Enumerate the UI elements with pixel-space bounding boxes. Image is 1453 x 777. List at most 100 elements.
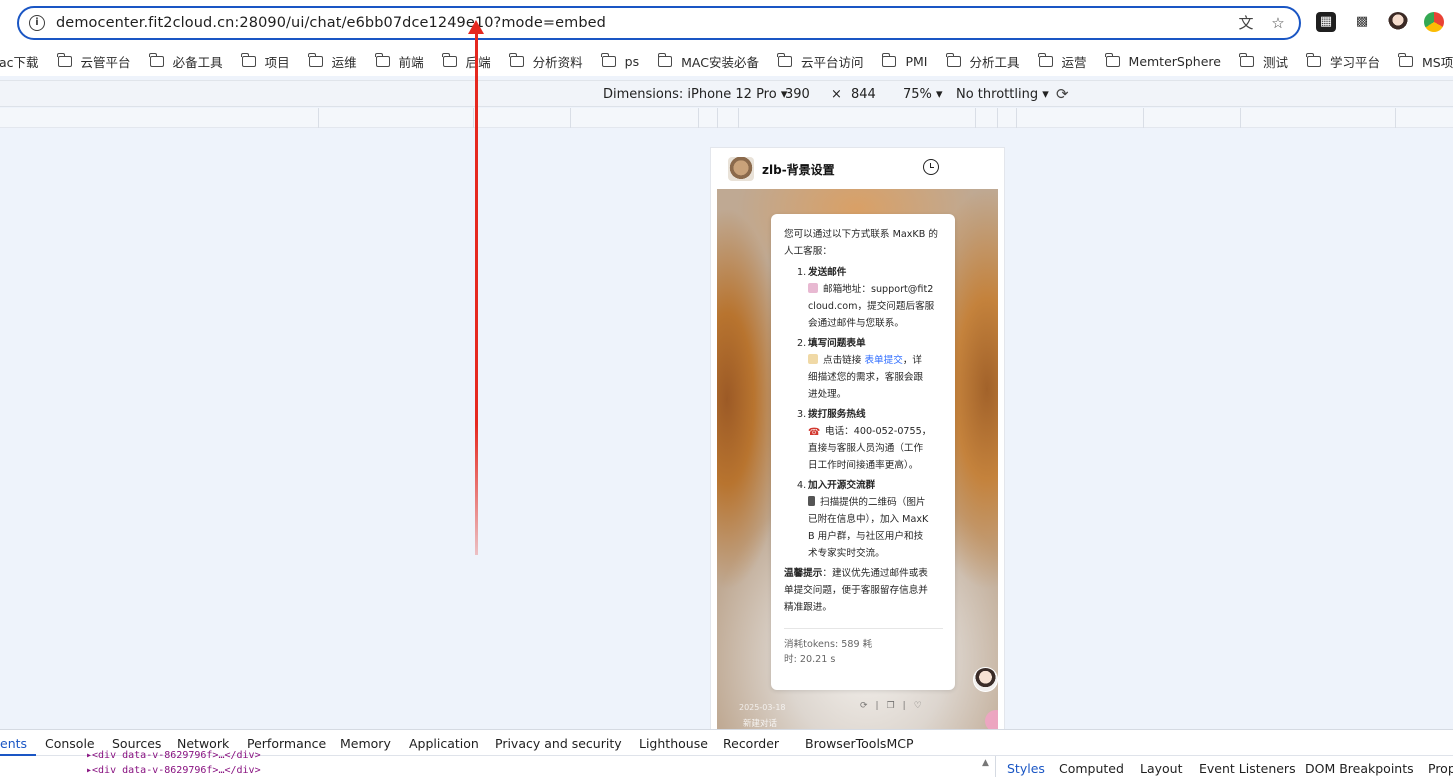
list-number: 2.	[797, 338, 807, 349]
address-bar[interactable]: i democenter.fit2cloud.cn:28090/ui/chat/…	[17, 6, 1301, 40]
star-icon[interactable]: ☆	[1269, 14, 1287, 32]
bookmark-label: 云平台访问	[800, 54, 864, 70]
profile-avatar-icon[interactable]	[1388, 12, 1408, 32]
tab-styles[interactable]: Styles	[1007, 761, 1045, 776]
tab-browsertoolsmcp[interactable]: BrowserToolsMCP	[805, 736, 914, 751]
dom-node[interactable]: ▸<div data-v-8629796f>…</div>	[86, 750, 261, 761]
tab-network[interactable]: Network	[177, 736, 229, 751]
bookmark-item[interactable]: 运维	[308, 52, 357, 71]
tab-recorder[interactable]: Recorder	[723, 736, 779, 751]
list-line: 扫描提供的二维码（图片	[820, 497, 926, 508]
dom-node[interactable]: ▸<div data-v-8629796f>…</div>	[86, 765, 261, 776]
rotate-icon[interactable]: ⟳	[1056, 85, 1069, 103]
styles-tabbar: Styles Computed Layout Event Listeners D…	[995, 756, 1453, 777]
ruler-tick	[1016, 108, 1017, 128]
folder-icon	[601, 52, 616, 67]
list-line: cloud.com，提交问题后客服	[808, 301, 935, 312]
ruler-tick	[570, 108, 571, 128]
tab-lighthouse[interactable]: Lighthouse	[639, 736, 708, 751]
translate-icon[interactable]: 文	[1237, 14, 1255, 32]
device-height-input[interactable]: 844	[851, 87, 876, 102]
extension-icon[interactable]: ▦	[1316, 12, 1336, 32]
list-line: 会通过邮件与您联系。	[808, 318, 904, 329]
list-line: 进处理。	[808, 389, 847, 400]
tab-properties[interactable]: Prop	[1428, 761, 1453, 776]
bookmark-label: 分析资料	[532, 54, 583, 70]
address-url[interactable]: democenter.fit2cloud.cn:28090/ui/chat/e6…	[56, 15, 606, 31]
ruler-tick	[698, 108, 699, 128]
tab-memory[interactable]: Memory	[340, 736, 391, 751]
regenerate-icon[interactable]: ⟳	[860, 701, 868, 711]
bookmark-label: MS项目	[1421, 54, 1453, 70]
bookmark-item[interactable]: 项目	[241, 52, 290, 71]
tab-dom-breakpoints[interactable]: DOM Breakpoints	[1305, 761, 1414, 776]
bookmark-item[interactable]: MAC安装必备	[657, 52, 759, 71]
folder-icon	[149, 52, 164, 67]
bookmark-item[interactable]: 云管平台	[57, 52, 131, 71]
bookmark-label: 运营	[1061, 54, 1087, 70]
mobile-icon	[808, 496, 815, 506]
site-info-icon[interactable]: i	[29, 15, 45, 31]
ruler-tick	[1143, 108, 1144, 128]
separator: |	[875, 701, 879, 711]
bookmark-item[interactable]: 前端	[375, 52, 424, 71]
bookmark-item[interactable]: 必备工具	[149, 52, 223, 71]
list-item: 2. 填写问题表单 点击链接 表单提交，详 细描述您的需求，客服会跟 进处理。	[784, 335, 943, 403]
form-submit-link[interactable]: 表单提交	[864, 355, 902, 366]
bookmark-label: 项目	[264, 54, 290, 70]
floating-action-icon[interactable]	[985, 710, 998, 730]
history-icon[interactable]	[923, 159, 939, 175]
bookmarks-bar: ac下载 云管平台 必备工具 项目 运维 前端 后端 分析资料 ps MAC安装必备 云平台访问 PM…	[0, 46, 1453, 76]
bookmark-item[interactable]: 后端	[442, 52, 491, 71]
separator: |	[902, 701, 906, 711]
message-timestamp: 2025-03-18	[739, 703, 786, 712]
list-number: 1.	[797, 267, 807, 278]
tab-event-listeners[interactable]: Event Listeners	[1199, 761, 1296, 776]
annotation-arrow-line	[475, 30, 478, 555]
mail-icon	[808, 283, 818, 293]
bookmark-label: ac下载	[0, 54, 39, 70]
tab-layout[interactable]: Layout	[1140, 761, 1183, 776]
tab-elements[interactable]: ents	[0, 736, 27, 751]
tab-sources[interactable]: Sources	[112, 736, 161, 751]
folder-icon	[1306, 52, 1321, 67]
ruler-tick	[738, 108, 739, 128]
browser-topbar: i democenter.fit2cloud.cn:28090/ui/chat/…	[0, 0, 1453, 46]
bookmark-label: 后端	[465, 54, 491, 70]
device-toolbar: Dimensions: iPhone 12 Pro ▾ 390 × 844 75…	[0, 80, 1453, 107]
memo-icon	[808, 354, 818, 364]
bookmark-item[interactable]: PMI	[881, 52, 928, 69]
like-icon[interactable]: ♡	[914, 701, 922, 711]
tab-performance[interactable]: Performance	[247, 736, 326, 751]
device-width-input[interactable]: 390	[785, 87, 810, 102]
bookmark-item[interactable]: ps	[601, 52, 639, 69]
bookmark-item[interactable]: 分析工具	[946, 52, 1020, 71]
bookmark-item[interactable]: 测试	[1239, 52, 1288, 71]
bookmark-item[interactable]: MS项目	[1398, 52, 1453, 71]
copy-icon[interactable]: ❐	[887, 701, 895, 711]
bookmark-item[interactable]: ac下载	[0, 52, 39, 71]
tab-console[interactable]: Console	[45, 736, 95, 751]
bookmark-item[interactable]: 学习平台	[1306, 52, 1380, 71]
bookmark-item[interactable]: MemterSphere	[1105, 52, 1221, 69]
bookmark-item[interactable]: 运营	[1038, 52, 1087, 71]
zoom-select[interactable]: 75% ▾	[903, 87, 943, 102]
bookmark-item[interactable]: 分析资料	[509, 52, 583, 71]
tab-computed[interactable]: Computed	[1059, 761, 1124, 776]
scroll-up-icon[interactable]: ▲	[982, 758, 989, 768]
new-chat-button[interactable]: 新建对话	[743, 717, 777, 729]
tab-application[interactable]: Application	[409, 736, 479, 751]
qr-icon[interactable]: ▩	[1352, 12, 1372, 32]
chrome-icon[interactable]	[1424, 12, 1444, 32]
token-usage: 消耗tokens: 589 耗 时: 20.21 s	[784, 637, 943, 667]
device-dimensions-select[interactable]: Dimensions: iPhone 12 Pro ▾	[603, 87, 787, 102]
tab-privacy-security[interactable]: Privacy and security	[495, 736, 622, 751]
list-line: 邮箱地址：support@fit2	[823, 284, 934, 295]
tip-paragraph: 温馨提示：建议优先通过邮件或表 单提交问题，便于客服留存信息并 精准跟进。	[784, 565, 943, 616]
bookmark-item[interactable]: 云平台访问	[777, 52, 864, 71]
list-line: 日工作时间接通率更高）。	[808, 460, 919, 471]
throttling-select[interactable]: No throttling ▾	[956, 87, 1049, 102]
list-line: ，详	[902, 355, 922, 366]
tip-label: 温馨提示	[784, 568, 823, 579]
chat-header: zlb-背景设置	[711, 148, 1004, 189]
